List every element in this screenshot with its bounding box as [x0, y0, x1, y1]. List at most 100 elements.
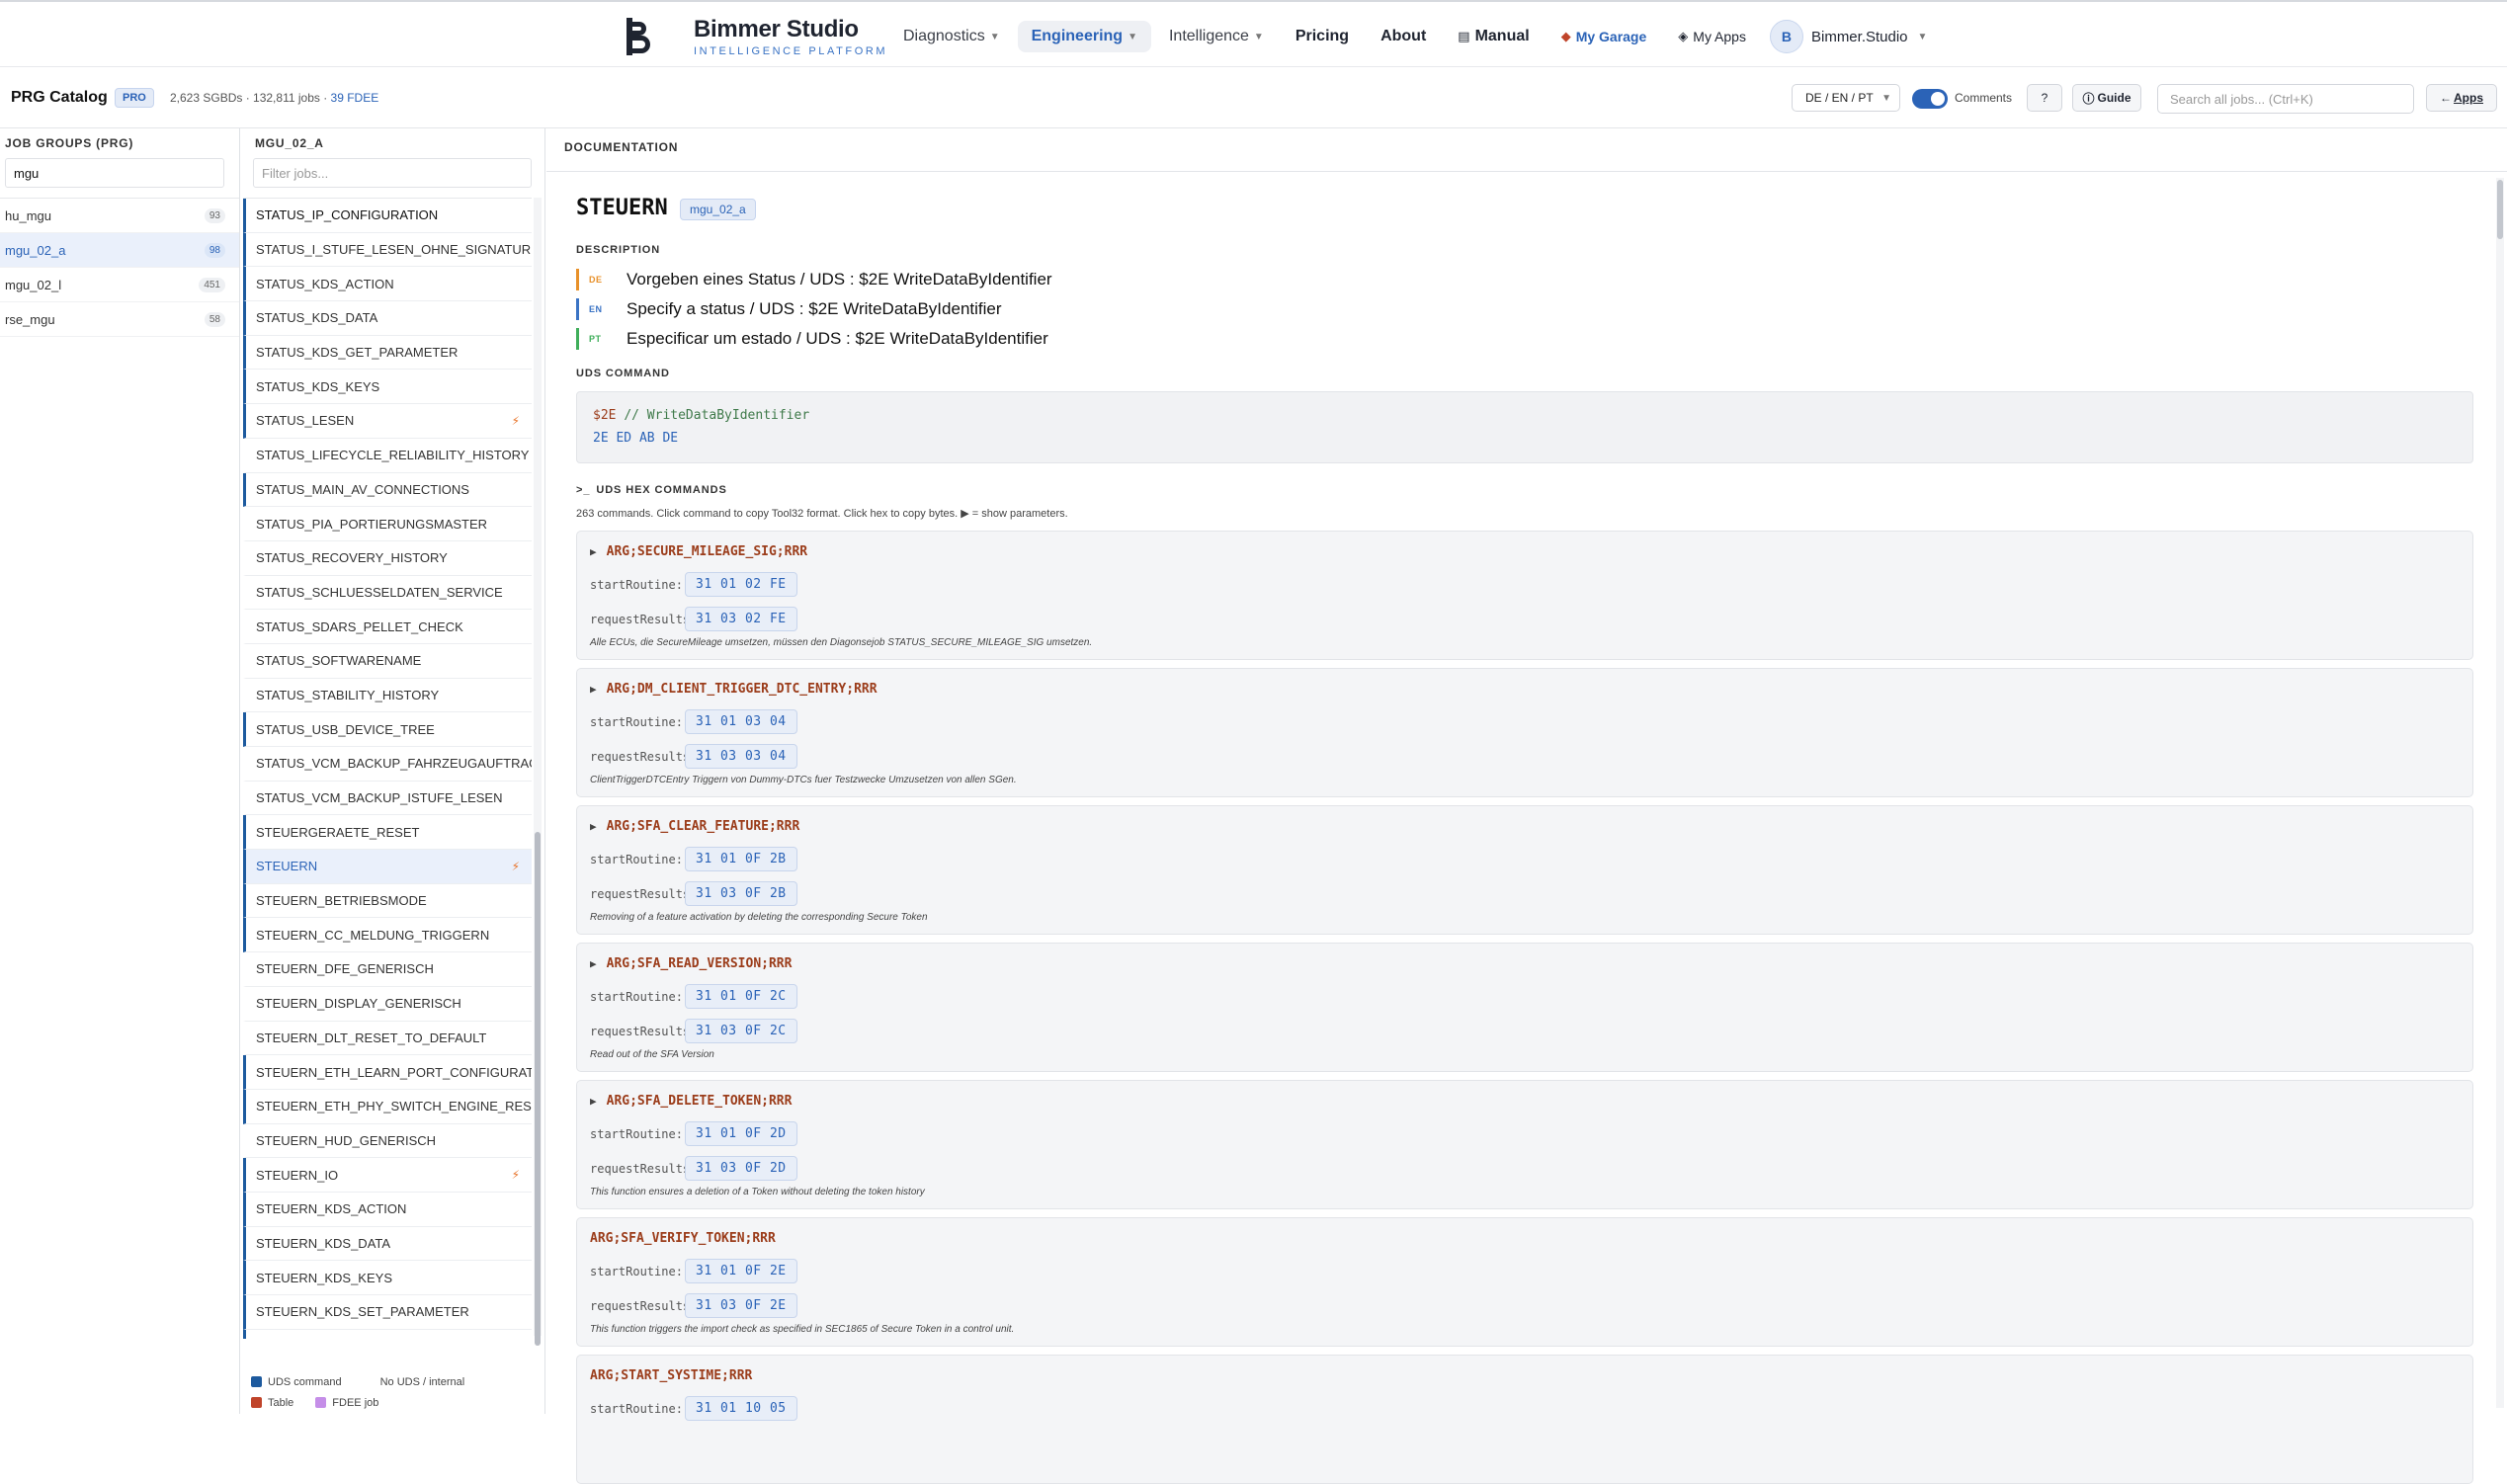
job-item[interactable]: STATUS_SDARS_PELLET_CHECK — [243, 610, 532, 644]
hex-command-card[interactable]: ▶ ARG;SECURE_MILEAGE_SIG;RRR startRoutine:… — [576, 531, 2473, 660]
hex-bytes-chip[interactable]: 31 01 03 04 — [685, 709, 797, 734]
search-all-jobs-input[interactable] — [2157, 84, 2414, 114]
hex-command-card[interactable]: ▶ ARG;DM_CLIENT_TRIGGER_DTC_ENTRY;RRR star… — [576, 668, 2473, 797]
job-item[interactable]: STEUERN_CC_MELDUNG_TRIGGERN — [243, 918, 532, 953]
nav-manual[interactable]: ▤ Manual — [1444, 21, 1543, 52]
doc-scrollbar[interactable] — [2496, 178, 2504, 1408]
nav-diagnostics[interactable]: Diagnostics ▼ — [889, 21, 1014, 52]
command-name[interactable]: ▶ ARG;DM_CLIENT_TRIGGER_DTC_ENTRY;RRR — [590, 682, 877, 697]
hex-bytes-chip[interactable]: 31 01 0F 2D — [685, 1121, 797, 1146]
legend-swatch — [251, 1397, 262, 1408]
job-item[interactable]: STEUERN_KDS_DATA — [243, 1226, 532, 1262]
job-item[interactable]: STEUERN ⚡ — [243, 850, 532, 884]
hex-bytes-chip[interactable]: 31 03 02 FE — [685, 607, 797, 631]
hex-bytes-chip[interactable]: 31 03 0F 2B — [685, 881, 797, 906]
job-item[interactable]: STEUERN_PROVISIONING_DATA — [243, 1329, 532, 1339]
comments-toggle[interactable] — [1912, 89, 1948, 109]
back-to-apps-button[interactable]: ← Apps — [2426, 84, 2497, 112]
command-name[interactable]: ARG;START_SYSTIME;RRR — [590, 1368, 752, 1383]
job-item[interactable]: STEUERN_KDS_ACTION — [243, 1192, 532, 1227]
job-item[interactable]: STATUS_KDS_DATA — [243, 301, 532, 336]
job-item[interactable]: STATUS_KDS_KEYS — [243, 370, 532, 405]
job-item[interactable]: STEUERN_ETH_LEARN_PORT_CONFIGURATI — [243, 1055, 532, 1090]
doc-scroll-thumb[interactable] — [2497, 180, 2503, 239]
command-name[interactable]: ARG;SFA_VERIFY_TOKEN;RRR — [590, 1231, 776, 1246]
nav-pricing[interactable]: Pricing — [1282, 21, 1363, 52]
hex-bytes-chip[interactable]: 31 03 0F 2C — [685, 1019, 797, 1043]
command-name[interactable]: ▶ ARG;SECURE_MILEAGE_SIG;RRR — [590, 544, 807, 559]
expand-triangle-icon[interactable]: ▶ — [590, 820, 597, 833]
command-name[interactable]: ▶ ARG;SFA_CLEAR_FEATURE;RRR — [590, 819, 799, 834]
hex-bytes-chip[interactable]: 31 03 0F 2D — [685, 1156, 797, 1181]
chevron-down-icon: ▼ — [1917, 31, 1928, 42]
job-item[interactable]: STEUERGERAETE_RESET — [243, 815, 532, 851]
job-item[interactable]: STATUS_VCM_BACKUP_ISTUFE_LESEN — [243, 782, 532, 816]
job-item[interactable]: STEUERN_IO ⚡ — [243, 1158, 532, 1193]
brand-logo-icon — [625, 18, 652, 55]
job-item[interactable]: STATUS_KDS_GET_PARAMETER — [243, 335, 532, 371]
job-item[interactable]: STATUS_SOFTWARENAME — [243, 644, 532, 679]
nav-engineering[interactable]: Engineering ▼ — [1017, 21, 1151, 52]
job-item[interactable]: STATUS_USB_DEVICE_TREE — [243, 712, 532, 747]
language-select[interactable]: DE / EN / PT ▼ — [1792, 84, 1900, 112]
job-item[interactable]: STATUS_STABILITY_HISTORY — [243, 679, 532, 713]
job-item[interactable]: STATUS_RECOVERY_HISTORY — [243, 541, 532, 576]
job-item[interactable]: STEUERN_BETRIEBSMODE — [243, 883, 532, 919]
job-name: STEUERN_KDS_ACTION — [256, 1201, 407, 1217]
job-item[interactable]: STEUERN_HUD_GENERISCH — [243, 1124, 532, 1159]
job-item[interactable]: STEUERN_KDS_SET_PARAMETER — [243, 1295, 532, 1330]
nav-intelligence[interactable]: Intelligence ▼ — [1155, 21, 1278, 52]
job-item[interactable]: STATUS_I_STUFE_LESEN_OHNE_SIGNATUR — [243, 232, 532, 268]
hex-command-card[interactable]: ▶ ARG;SFA_READ_VERSION;RRR startRoutine: 31… — [576, 943, 2473, 1072]
job-item[interactable]: STATUS_SCHLUESSELDATEN_SERVICE — [243, 576, 532, 611]
group-item[interactable]: mgu_02_a 98 — [0, 233, 239, 268]
expand-triangle-icon[interactable]: ▶ — [590, 957, 597, 970]
uds-command-box[interactable]: $2E // WriteDataByIdentifier 2E ED AB DE — [576, 391, 2473, 463]
brand[interactable]: Bimmer Studio INTELLIGENCE PLATFORM — [625, 14, 887, 59]
expand-triangle-icon[interactable]: ▶ — [590, 1095, 597, 1108]
hex-bytes-chip[interactable]: 31 01 0F 2E — [685, 1259, 797, 1283]
hex-command-card[interactable]: ARG;START_SYSTIME;RRR startRoutine: 31 01 … — [576, 1355, 2473, 1484]
job-list-scroll-thumb[interactable] — [535, 832, 541, 1346]
job-item[interactable]: STATUS_PIA_PORTIERUNGSMASTER — [243, 507, 532, 541]
command-name[interactable]: ▶ ARG;SFA_DELETE_TOKEN;RRR — [590, 1094, 792, 1109]
hex-bytes-chip[interactable]: 31 01 0F 2C — [685, 984, 797, 1009]
job-item[interactable]: STATUS_LESEN ⚡ — [243, 404, 532, 439]
job-name: STEUERN_CC_MELDUNG_TRIGGERN — [256, 927, 490, 943]
job-item[interactable]: STATUS_KDS_ACTION — [243, 267, 532, 302]
hex-bytes-chip[interactable]: 31 03 0F 2E — [685, 1293, 797, 1318]
hex-command-card[interactable]: ▶ ARG;SFA_CLEAR_FEATURE;RRR startRoutine: 3… — [576, 805, 2473, 935]
job-filter-input[interactable] — [253, 158, 532, 188]
group-item[interactable]: hu_mgu 93 — [0, 199, 239, 233]
nav-about[interactable]: About — [1367, 21, 1440, 52]
hex-command-card[interactable]: ▶ ARG;SFA_DELETE_TOKEN;RRR startRoutine: 31… — [576, 1080, 2473, 1209]
expand-triangle-icon[interactable]: ▶ — [590, 683, 597, 696]
brand-title: Bimmer Studio — [694, 16, 859, 42]
job-item[interactable]: STATUS_MAIN_AV_CONNECTIONS — [243, 472, 532, 508]
nav-my-garage[interactable]: ◆ My Garage — [1547, 22, 1661, 51]
hex-command-card[interactable]: ARG;SFA_VERIFY_TOKEN;RRR startRoutine: 31 … — [576, 1217, 2473, 1347]
job-item[interactable]: STEUERN_DLT_RESET_TO_DEFAULT — [243, 1022, 532, 1056]
hex-bytes-chip[interactable]: 31 03 03 04 — [685, 744, 797, 769]
user-menu[interactable]: B Bimmer.Studio ▼ — [1769, 20, 1928, 53]
group-item[interactable]: mgu_02_l 451 — [0, 268, 239, 302]
fdee-link[interactable]: 39 FDEE — [331, 91, 379, 105]
help-button[interactable]: ? — [2027, 84, 2062, 112]
guide-button[interactable]: ⓘ Guide — [2072, 84, 2141, 112]
nav-my-apps[interactable]: ◈ My Apps — [1664, 22, 1760, 51]
expand-triangle-icon[interactable]: ▶ — [590, 545, 597, 558]
hex-bytes-chip[interactable]: 31 01 02 FE — [685, 572, 797, 597]
job-item[interactable]: STEUERN_DISPLAY_GENERISCH — [243, 987, 532, 1022]
group-item[interactable]: rse_mgu 58 — [0, 302, 239, 337]
hex-bytes-chip[interactable]: 31 01 0F 2B — [685, 847, 797, 871]
job-item[interactable]: STATUS_VCM_BACKUP_FAHRZEUGAUFTRAG — [243, 747, 532, 782]
hex-bytes-chip[interactable]: 31 01 10 05 — [685, 1396, 797, 1421]
job-item[interactable]: STEUERN_ETH_PHY_SWITCH_ENGINE_RESE — [243, 1089, 532, 1124]
legend-uds: UDS command — [251, 1376, 342, 1388]
group-filter-input[interactable] — [5, 158, 224, 188]
job-item[interactable]: STEUERN_DFE_GENERISCH — [243, 952, 532, 987]
command-name[interactable]: ▶ ARG;SFA_READ_VERSION;RRR — [590, 956, 792, 971]
job-item[interactable]: STEUERN_KDS_KEYS — [243, 1261, 532, 1295]
job-item[interactable]: STATUS_IP_CONFIGURATION — [243, 199, 532, 233]
job-item[interactable]: STATUS_LIFECYCLE_RELIABILITY_HISTORY — [243, 439, 532, 473]
